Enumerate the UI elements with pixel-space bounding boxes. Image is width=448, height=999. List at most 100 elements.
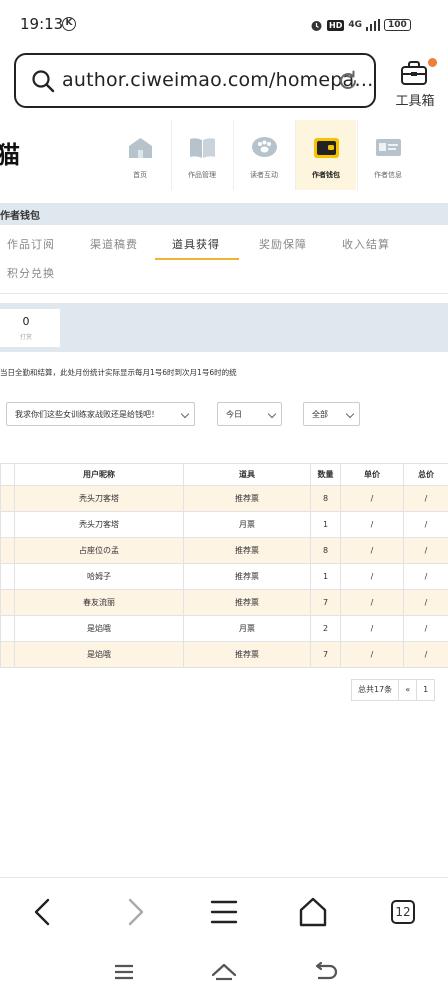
column-header: 单价 [340,463,404,486]
recent-apps-icon[interactable] [110,960,138,984]
search-icon [32,70,55,93]
nav-works[interactable]: 作品管理 [172,120,232,190]
toolbox-button[interactable]: 工具箱 [390,58,440,109]
table-cell: 2 [310,615,341,642]
table-row: 春友流丽 推荐票 7// [0,589,448,616]
tab-subscriptions[interactable]: 作品订阅 [7,236,55,252]
status-indicators: HD 4G 100 [310,17,411,33]
table-cell: / [403,485,448,512]
chevron-down-icon [345,409,355,419]
table-cell: 7 [310,641,341,668]
notification-dot [428,58,437,67]
summary-value: 0 [22,315,30,328]
summary-label: 打赏 [19,334,32,341]
section-header: 作者钱包 [0,203,448,225]
table-cell: 1 [310,563,341,590]
table-cell: 秃头刀客塔 [14,511,184,538]
table-row: 是焰哦 推荐票 7// [0,641,448,668]
column-header: 总价 [403,463,448,486]
table-cell: 8 [310,537,341,564]
tab-points[interactable]: 积分兑换 [7,265,55,281]
nav-label: 首页 [133,171,147,179]
table-row: 是焰哦 月票 2// [0,615,448,642]
period-select[interactable]: 今日 [217,402,282,426]
column-header [0,463,15,486]
system-home-icon[interactable] [210,960,238,984]
table-cell: / [340,511,404,538]
table-header-row: 用户昵称 道具 数量 单价 总价 [0,463,448,486]
table-cell: 推荐票 [183,641,311,668]
nav-author-info[interactable]: 作者信息 [358,120,418,190]
column-header: 用户昵称 [14,463,184,486]
table-row: 哈姆子 推荐票 1// [0,563,448,590]
tabs-button[interactable]: 12 [383,895,423,929]
home-icon [129,138,152,158]
pagination-page-button[interactable]: 1 [416,679,436,701]
table-cell: / [403,641,448,668]
battery-icon: 100 [384,19,411,31]
signal-icon [366,19,380,31]
column-header: 数量 [310,463,341,486]
nav-readers[interactable]: 读者互动 [234,120,294,190]
status-time: 19:13 [20,15,64,33]
table-cell: / [403,563,448,590]
home-icon[interactable] [293,895,333,929]
id-card-icon [376,139,401,156]
book-select-value: 我求你们这些女训练家战败还是给钱吧！ [15,410,159,419]
tab-settlement[interactable]: 收入结算 [342,236,390,252]
nav-label: 作品管理 [188,171,216,179]
summary-band [0,303,448,352]
back-icon[interactable] [24,895,64,929]
forward-icon[interactable] [114,895,154,929]
table-cell: / [340,563,404,590]
table-cell: 春友流丽 [14,589,184,616]
table-cell: 7 [310,589,341,616]
menu-icon[interactable] [204,895,244,929]
type-select[interactable]: 全部 [303,402,360,426]
tab-channel-fees[interactable]: 渠道稿费 [90,236,138,252]
paw-chat-icon [252,137,277,157]
network-label: 4G [348,20,362,30]
system-back-icon[interactable] [310,960,338,984]
table-cell [0,511,15,538]
tab-rewards[interactable]: 奖励保障 [259,236,307,252]
pagination: 总共17条 « 1 [351,679,436,701]
column-header: 道具 [183,463,311,486]
chevron-down-icon [267,409,277,419]
nav-wallet[interactable]: 作者钱包 [296,120,356,190]
table-cell: 占座位の孟 [14,537,184,564]
table-cell: 秃头刀客塔 [14,485,184,512]
reload-icon[interactable] [336,69,360,93]
table-cell: 推荐票 [183,589,311,616]
tab-items[interactable]: 道具获得 [172,236,220,252]
table-row: 秃头刀客塔 推荐票 8// [0,485,448,512]
book-select[interactable]: 我求你们这些女训练家战败还是给钱吧！ [6,402,195,426]
nav-label: 作者钱包 [312,171,340,179]
period-select-value: 今日 [226,410,242,419]
table-cell: / [340,589,404,616]
table-cell: / [340,485,404,512]
section-title: 作者钱包 [0,211,40,222]
pagination-prev-button[interactable]: « [398,679,418,701]
tab-count: 12 [391,900,415,924]
table-cell: 推荐票 [183,563,311,590]
table-cell: 推荐票 [183,485,311,512]
table-cell: 1 [310,511,341,538]
url-text[interactable]: author.ciweimao.com/homepa… [62,69,374,91]
wallet-icon [314,138,339,158]
nav-label: 作者信息 [374,171,402,179]
nav-home[interactable]: 首页 [110,120,170,190]
active-tab-indicator [155,258,239,260]
summary-card: 0 打赏 [0,309,60,347]
type-select-value: 全部 [312,410,328,419]
status-bar: 19:13 K HD 4G 100 [0,0,448,50]
table-cell: / [403,615,448,642]
items-table: 用户昵称 道具 数量 单价 总价 秃头刀客塔 推荐票 8// 秃头刀客塔 月票 1// … [0,463,448,668]
site-logo[interactable]: 猫 [0,135,20,170]
table-cell: / [340,641,404,668]
table-row: 秃头刀客塔 月票 1// [0,511,448,538]
table-cell [0,641,15,668]
table-cell [0,589,15,616]
toolbox-icon [401,61,427,85]
address-bar[interactable]: author.ciweimao.com/homepa… [14,53,376,108]
